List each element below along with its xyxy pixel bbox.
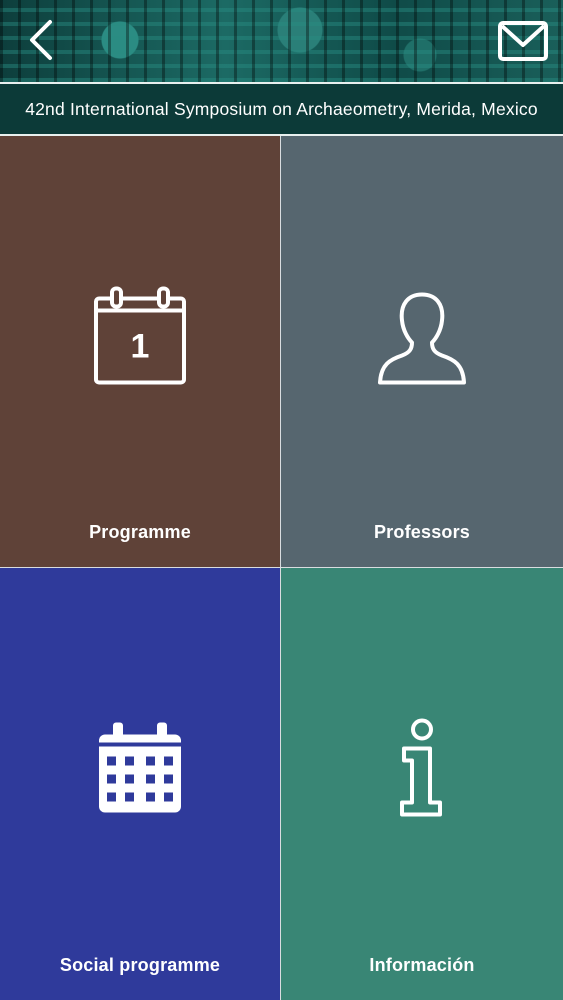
page-title: 42nd International Symposium on Archaeom… [25,98,538,119]
envelope-icon [498,21,548,61]
tile-label-informacion: Información [369,955,475,975]
mail-button[interactable] [497,20,549,64]
calendar-grid-icon [97,722,183,820]
tile-professors[interactable]: Professors [281,136,563,568]
tile-label-programme: Programme [89,522,191,542]
tile-label-social-programme: Social programme [59,955,221,975]
tile-social-programme[interactable]: Social programme [0,568,281,1000]
tile-label-professors: Professors [373,522,471,542]
calendar-day-number: 1 [131,327,150,365]
tile-programme[interactable]: 1 Programme [0,136,281,568]
back-button[interactable] [22,16,62,64]
info-icon [392,718,452,824]
title-bar: 42nd International Symposium on Archaeom… [0,82,563,136]
calendar-day-icon: 1 [90,286,190,391]
chevron-left-icon [30,20,52,60]
person-silhouette-icon [372,286,472,391]
menu-grid: 1 Programme Professors Social programme … [0,136,563,1000]
header-banner [0,0,563,82]
tile-informacion[interactable]: Información [281,568,563,1000]
